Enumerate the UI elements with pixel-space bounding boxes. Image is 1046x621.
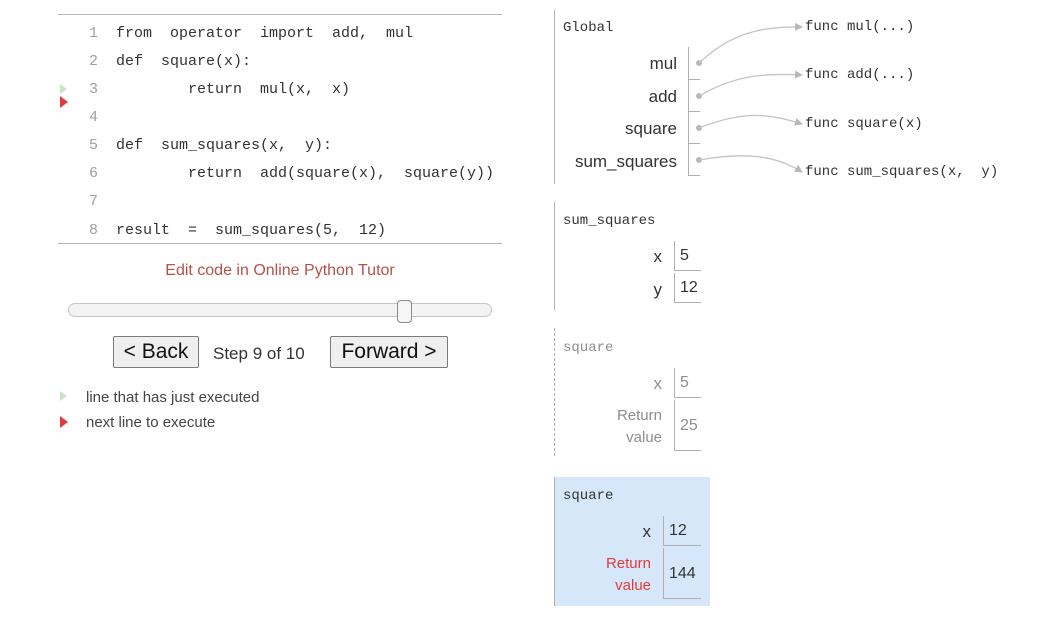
sum-squares-frame-title: sum_squares xyxy=(563,213,656,229)
square-frame-1-return-label: Return value xyxy=(616,407,662,446)
square-frame-1-return-value: 25 xyxy=(674,400,701,451)
arrow-add xyxy=(698,70,803,97)
square-frame-1-val-x: 5 xyxy=(674,368,701,398)
square-frame-2-return-value: 144 xyxy=(663,548,701,599)
arrow-sum-squares xyxy=(698,155,803,173)
sum-squares-val-y: 12 xyxy=(674,273,701,303)
square-frame-2-title: square xyxy=(563,488,614,504)
sum-squares-val-x: 5 xyxy=(674,241,701,271)
pointer-arrows xyxy=(698,22,803,173)
square-frame-2-var-x: x xyxy=(642,522,652,541)
sum-squares-frame-border xyxy=(554,202,555,310)
arrow-mul xyxy=(698,22,803,64)
square-frame-1-title: square xyxy=(563,340,614,356)
square-frame-1-border xyxy=(554,328,555,456)
sum-squares-var-y: y xyxy=(653,280,663,299)
square-frame-2-val-x: 12 xyxy=(663,516,701,546)
square-frame-2-return-label: Return value xyxy=(605,555,651,594)
arrow-square xyxy=(698,114,803,129)
square-frame-1-var-x: x xyxy=(653,374,663,393)
sum-squares-var-x: x xyxy=(653,247,663,266)
